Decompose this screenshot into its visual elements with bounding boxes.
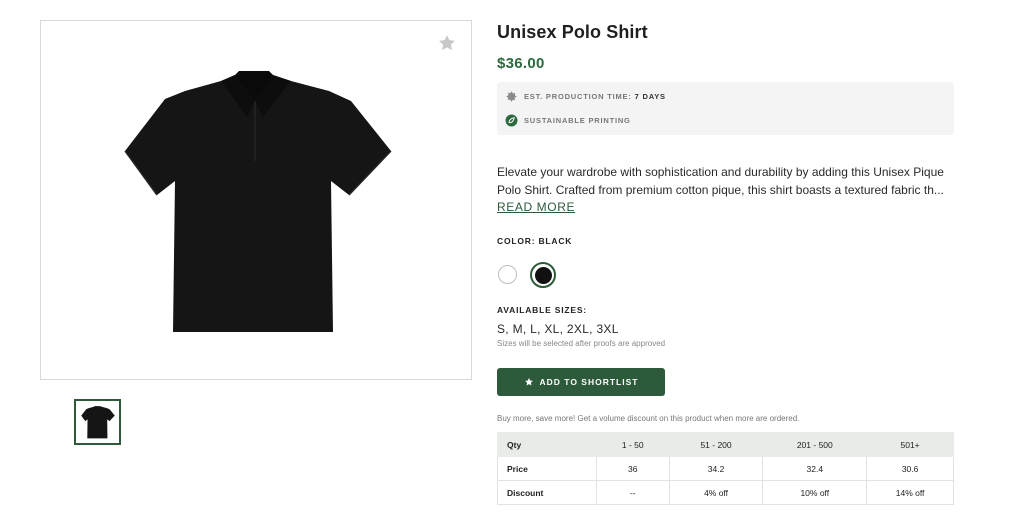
product-main-image — [40, 20, 472, 380]
table-cell: 14% off — [866, 480, 954, 505]
product-title: Unisex Polo Shirt — [497, 22, 648, 42]
shortlist-button-label: ADD TO SHORTLIST — [539, 377, 639, 387]
star-icon — [524, 378, 533, 386]
polo-shirt-thumbnail-icon — [80, 406, 115, 439]
production-time-row: EST. PRODUCTION TIME: 7 DAYS — [505, 90, 666, 103]
table-cell: 4% off — [668, 480, 764, 505]
table-cell: 10% off — [762, 480, 868, 505]
sizes-list: S, M, L, XL, 2XL, 3XL — [497, 322, 619, 336]
row-label: Price — [497, 456, 597, 481]
pricing-header-row: Qty 1 - 50 51 - 200 201 - 500 501+ — [497, 432, 954, 457]
volume-pricing-table: Qty 1 - 50 51 - 200 201 - 500 501+ Price… — [497, 432, 954, 505]
header-cell: 501+ — [866, 432, 954, 457]
volume-discount-note: Buy more, save more! Get a volume discou… — [497, 414, 800, 423]
production-value: 7 DAYS — [634, 92, 666, 101]
polo-shirt-image — [124, 71, 392, 332]
color-swatch-black[interactable] — [530, 262, 556, 288]
sizes-note: Sizes will be selected after proofs are … — [497, 339, 666, 348]
table-cell: 32.4 — [762, 456, 868, 481]
header-cell: 1 - 50 — [595, 432, 670, 457]
table-cell: 34.2 — [668, 456, 764, 481]
table-cell: -- — [595, 480, 670, 505]
production-label: EST. PRODUCTION TIME: — [524, 92, 632, 101]
pricing-row-discount: Discount -- 4% off 10% off 14% off — [497, 480, 954, 505]
gear-icon — [506, 91, 517, 102]
add-to-shortlist-button[interactable]: ADD TO SHORTLIST — [497, 368, 665, 396]
read-more-link[interactable]: READ MORE — [497, 200, 575, 214]
product-description: Elevate your wardrobe with sophisticatio… — [497, 164, 957, 199]
black-swatch-dot — [534, 266, 552, 284]
product-thumbnail[interactable] — [74, 399, 121, 445]
info-box: EST. PRODUCTION TIME: 7 DAYS SUSTAINABLE… — [497, 82, 954, 135]
description-line-2: Polo Shirt. Crafted from premium cotton … — [497, 182, 944, 197]
sustainable-label: SUSTAINABLE PRINTING — [524, 116, 631, 125]
header-cell: Qty — [497, 432, 597, 457]
description-line-1: Elevate your wardrobe with sophisticatio… — [497, 165, 944, 179]
sizes-label: AVAILABLE SIZES: — [497, 305, 587, 315]
pricing-row-price: Price 36 34.2 32.4 30.6 — [497, 456, 954, 481]
product-price: $36.00 — [497, 55, 545, 72]
table-cell: 30.6 — [866, 456, 954, 481]
sustainable-row: SUSTAINABLE PRINTING — [505, 114, 631, 127]
table-cell: 36 — [595, 456, 670, 481]
color-label: COLOR: BLACK — [497, 236, 573, 246]
color-swatch-white[interactable] — [498, 265, 517, 284]
favorite-star-icon[interactable] — [437, 33, 457, 53]
row-label: Discount — [497, 480, 597, 505]
leaf-icon — [505, 114, 518, 127]
header-cell: 201 - 500 — [762, 432, 868, 457]
header-cell: 51 - 200 — [668, 432, 764, 457]
